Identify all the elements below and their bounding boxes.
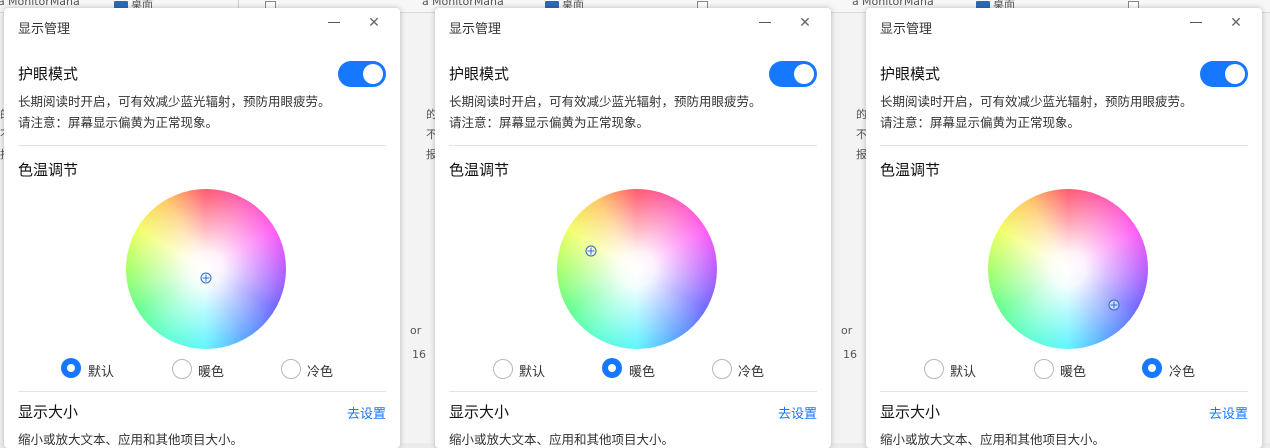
- dialog-title: 显示管理: [18, 22, 71, 37]
- color-picker-marker[interactable]: [585, 245, 597, 257]
- close-icon: ✕: [1230, 15, 1242, 31]
- section-divider: [880, 145, 1248, 146]
- color-picker-marker[interactable]: [1108, 299, 1120, 311]
- color-temp-heading: 色温调节: [18, 161, 79, 179]
- eye-care-desc-line1: 长期阅读时开启，可有效减少蓝光辐射，预防用眼疲劳。: [18, 94, 331, 109]
- radio-label: 冷色: [1169, 365, 1196, 380]
- display-size-description: 缩小或放大文本、应用和其他项目大小。: [880, 432, 1106, 447]
- close-button[interactable]: ✕: [793, 11, 817, 35]
- minimize-icon: [328, 22, 340, 23]
- radio-button[interactable]: [712, 359, 732, 379]
- minimize-icon: [759, 22, 771, 23]
- minimize-icon: [1190, 22, 1202, 23]
- color-temp-heading: 色温调节: [880, 161, 941, 179]
- radio-label: 冷色: [738, 365, 765, 380]
- color-wheel[interactable]: [557, 189, 717, 349]
- background-window-title: MonitorMana: [432, 0, 504, 8]
- radio-button[interactable]: [1142, 358, 1162, 378]
- eye-care-desc-line1: 长期阅读时开启，可有效减少蓝光辐射，预防用眼疲劳。: [449, 94, 762, 109]
- background-row-number: 16: [412, 348, 426, 361]
- minimize-button[interactable]: [753, 11, 777, 35]
- eye-care-description: 长期阅读时开启，可有效减少蓝光辐射，预防用眼疲劳。 请注意：屏幕显示偏黄为正常现…: [449, 91, 762, 133]
- eye-care-desc-line2: 请注意：屏幕显示偏黄为正常现象。: [449, 115, 650, 130]
- dialog-titlebar: 显示管理 ✕: [435, 8, 831, 44]
- radio-label: 暖色: [198, 365, 225, 380]
- display-management-dialog: 显示管理 ✕ 护眼模式 长期阅读时开启，可有效减少蓝光辐射，预防用眼疲劳。 请注…: [866, 8, 1262, 448]
- color-wheel[interactable]: [988, 189, 1148, 349]
- close-button[interactable]: ✕: [1224, 11, 1248, 35]
- radio-button[interactable]: [172, 359, 192, 379]
- display-size-heading: 显示大小: [18, 403, 79, 421]
- background-row-text: or: [841, 324, 853, 337]
- dialog-titlebar: 显示管理 ✕: [4, 8, 400, 44]
- radio-label: 暖色: [1060, 365, 1087, 380]
- go-settings-link[interactable]: 去设置: [347, 403, 386, 422]
- section-divider: [449, 391, 817, 392]
- section-divider: [18, 391, 386, 392]
- radio-button[interactable]: [61, 358, 81, 378]
- eye-care-description: 长期阅读时开启，可有效减少蓝光辐射，预防用眼疲劳。 请注意：屏幕显示偏黄为正常现…: [18, 91, 331, 133]
- radio-button[interactable]: [281, 359, 301, 379]
- eye-care-heading: 护眼模式: [449, 65, 510, 83]
- display-size-description: 缩小或放大文本、应用和其他项目大小。: [18, 432, 244, 447]
- eye-care-description: 长期阅读时开启，可有效减少蓝光辐射，预防用眼疲劳。 请注意：屏幕显示偏黄为正常现…: [880, 91, 1193, 133]
- go-settings-link[interactable]: 去设置: [778, 403, 817, 422]
- display-management-dialog: 显示管理 ✕ 护眼模式 长期阅读时开启，可有效减少蓝光辐射，预防用眼疲劳。 请注…: [4, 8, 400, 448]
- close-icon: ✕: [799, 15, 811, 31]
- radio-button[interactable]: [1034, 359, 1054, 379]
- background-row-text: or: [410, 324, 422, 337]
- eye-care-desc-line1: 长期阅读时开启，可有效减少蓝光辐射，预防用眼疲劳。: [880, 94, 1193, 109]
- minimize-button[interactable]: [322, 11, 346, 35]
- radio-label: 冷色: [307, 365, 334, 380]
- minimize-button[interactable]: [1184, 11, 1208, 35]
- radio-button[interactable]: [602, 358, 622, 378]
- dialog-titlebar: 显示管理 ✕: [866, 8, 1262, 44]
- toggle-knob: [794, 64, 814, 84]
- display-size-description: 缩小或放大文本、应用和其他项目大小。: [449, 432, 675, 447]
- close-icon: ✕: [368, 15, 380, 31]
- display-size-heading: 显示大小: [880, 403, 941, 421]
- radio-button[interactable]: [924, 359, 944, 379]
- dialog-title: 显示管理: [449, 22, 502, 37]
- radio-label: 暖色: [629, 365, 656, 380]
- eye-care-toggle[interactable]: [769, 61, 817, 87]
- section-divider: [18, 145, 386, 146]
- eye-care-toggle[interactable]: [1200, 61, 1248, 87]
- eye-care-heading: 护眼模式: [18, 65, 79, 83]
- section-divider: [880, 391, 1248, 392]
- radio-label: 默认: [950, 365, 977, 380]
- eye-care-heading: 护眼模式: [880, 65, 941, 83]
- background-window-title: MonitorMana: [862, 0, 934, 8]
- display-management-dialog: 显示管理 ✕ 护眼模式 长期阅读时开启，可有效减少蓝光辐射，预防用眼疲劳。 请注…: [435, 8, 831, 448]
- color-temp-heading: 色温调节: [449, 161, 510, 179]
- display-size-heading: 显示大小: [449, 403, 510, 421]
- toggle-knob: [1225, 64, 1245, 84]
- section-divider: [449, 145, 817, 146]
- toggle-knob: [363, 64, 383, 84]
- radio-label: 默认: [88, 365, 115, 380]
- color-wheel[interactable]: [126, 189, 286, 349]
- eye-care-toggle[interactable]: [338, 61, 386, 87]
- close-button[interactable]: ✕: [362, 11, 386, 35]
- go-settings-link[interactable]: 去设置: [1209, 403, 1248, 422]
- background-row-number: 16: [843, 348, 857, 361]
- radio-button[interactable]: [493, 359, 513, 379]
- eye-care-desc-line2: 请注意：屏幕显示偏黄为正常现象。: [18, 115, 219, 130]
- radio-label: 默认: [519, 365, 546, 380]
- eye-care-desc-line2: 请注意：屏幕显示偏黄为正常现象。: [880, 115, 1081, 130]
- color-picker-marker[interactable]: [200, 272, 212, 284]
- dialog-title: 显示管理: [880, 22, 933, 37]
- background-window-title: MonitorMana: [8, 0, 80, 8]
